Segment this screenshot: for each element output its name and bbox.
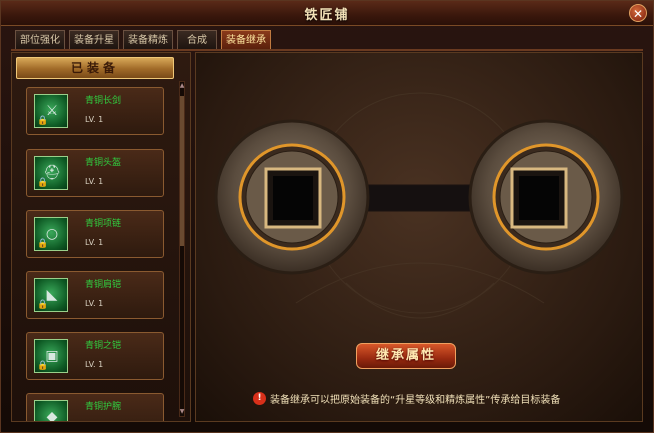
tab-star-upgrade[interactable]: 装备升星 xyxy=(69,30,119,49)
bracer-icon: ◆ xyxy=(34,400,68,421)
scroll-up-icon[interactable]: ▲ xyxy=(179,82,185,90)
item-level: LV. 1 xyxy=(85,177,104,186)
tab-part-enhance[interactable]: 部位强化 xyxy=(15,30,65,49)
scroll-down-icon[interactable]: ▼ xyxy=(179,408,185,416)
tab-divider xyxy=(11,49,643,51)
sword-icon: ⚔ 🔒 xyxy=(34,94,68,128)
item-name: 青铜护腕 xyxy=(85,402,122,412)
close-icon: ✕ xyxy=(632,7,644,21)
equip-slot-helmet[interactable]: ⛑ 🔒 青铜头盔 LV. 1 xyxy=(26,149,164,197)
title-bar: 铁匠铺 ✕ xyxy=(1,1,653,26)
lock-icon: 🔒 xyxy=(37,178,49,188)
item-level: LV. 1 xyxy=(85,115,104,124)
inherit-button[interactable]: 继承属性 xyxy=(356,343,456,369)
tab-inherit[interactable]: 装备继承 xyxy=(221,30,271,49)
shoulder-armor-icon: ◣ 🔒 xyxy=(34,278,68,312)
chest-armor-icon: ▣ 🔒 xyxy=(34,339,68,373)
item-level: LV. 1 xyxy=(85,238,104,247)
exclamation-icon: ! xyxy=(253,392,266,405)
equip-slot-sword[interactable]: ⚔ 🔒 青铜长剑 LV. 1 xyxy=(26,87,164,135)
info-text: 装备继承可以把原始装备的“升星等级和精炼属性”传承给目标装备 xyxy=(270,395,561,406)
equip-slot-shoulder[interactable]: ◣ 🔒 青铜肩铠 LV. 1 xyxy=(26,271,164,319)
necklace-icon: ○ 🔒 xyxy=(34,217,68,251)
window-title: 铁匠铺 xyxy=(304,8,350,23)
close-button[interactable]: ✕ xyxy=(629,4,647,22)
inherit-panel: 继承属性 ! 装备继承可以把原始装备的“升星等级和精炼属性”传承给目标装备 xyxy=(195,52,643,422)
lock-icon: 🔒 xyxy=(37,239,49,249)
equip-slot-bracer[interactable]: ◆ 青铜护腕 xyxy=(26,393,164,421)
tab-synthesis[interactable]: 合成 xyxy=(177,30,217,49)
helmet-icon: ⛑ 🔒 xyxy=(34,156,68,190)
item-name: 青铜长剑 xyxy=(85,96,122,106)
item-name: 青铜头盔 xyxy=(85,158,122,168)
target-slot-inner xyxy=(519,176,559,220)
equipped-header: 已装备 xyxy=(16,57,174,79)
blacksmith-window: 铁匠铺 ✕ 部位强化 装备升星 装备精炼 合成 装备继承 已装备 ⚔ 🔒 青铜长剑… xyxy=(0,0,654,433)
scroll-thumb[interactable] xyxy=(180,96,184,246)
info-row: ! 装备继承可以把原始装备的“升星等级和精炼属性”传承给目标装备 xyxy=(253,391,613,407)
lock-icon: 🔒 xyxy=(37,361,49,371)
lock-icon: 🔒 xyxy=(37,300,49,310)
tab-refine[interactable]: 装备精炼 xyxy=(123,30,173,49)
item-name: 青铜之铠 xyxy=(85,341,122,351)
item-name: 青铜肩铠 xyxy=(85,280,122,290)
equip-slot-necklace[interactable]: ○ 🔒 青铜项链 LV. 1 xyxy=(26,210,164,258)
item-level: LV. 1 xyxy=(85,360,104,369)
equipped-list-panel: 已装备 ⚔ 🔒 青铜长剑 LV. 1 ⛑ 🔒 青铜头盔 LV. 1 ○ 🔒 青铜项链 … xyxy=(11,52,191,422)
source-slot-inner xyxy=(273,176,313,220)
scrollbar[interactable]: ▲ ▼ xyxy=(179,81,185,417)
item-level: LV. 1 xyxy=(85,299,104,308)
lock-icon: 🔒 xyxy=(37,116,49,126)
item-name: 青铜项链 xyxy=(85,219,122,229)
equip-slot-chest[interactable]: ▣ 🔒 青铜之铠 LV. 1 xyxy=(26,332,164,380)
